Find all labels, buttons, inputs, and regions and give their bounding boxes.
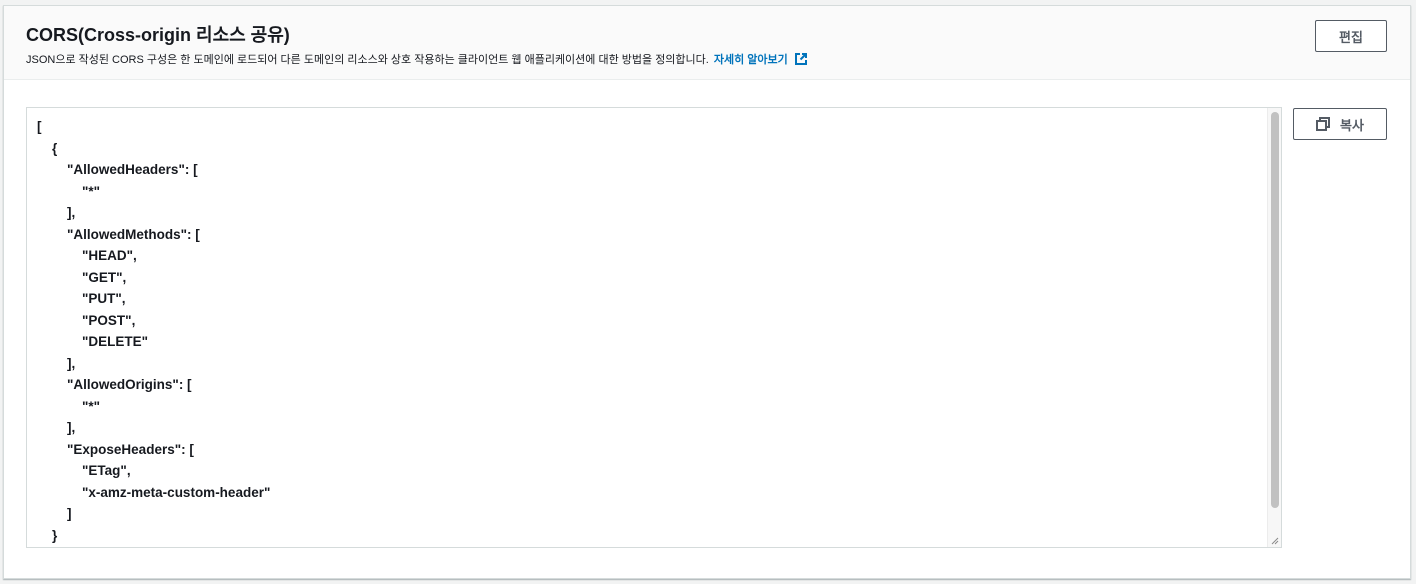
edit-button[interactable]: 편집: [1315, 20, 1387, 52]
code-line: }: [37, 527, 58, 543]
editor-scrollbar[interactable]: [1267, 108, 1281, 547]
external-link-icon: [794, 53, 807, 65]
code-line: "AllowedOrigins": [: [37, 377, 192, 392]
cors-json-editor[interactable]: [ { "AllowedHeaders": [ "*" ], "AllowedM…: [26, 107, 1282, 548]
code-line: [: [37, 119, 42, 134]
panel-description: JSON으로 작성된 CORS 구성은 한 도메인에 로드되어 다른 도메인의 …: [26, 51, 808, 67]
code-line: ],: [37, 355, 76, 371]
code-line: "ExposeHeaders": [: [37, 441, 194, 457]
edit-button-label: 편집: [1339, 29, 1363, 45]
copy-button[interactable]: 복사: [1293, 108, 1387, 140]
code-line: {: [37, 140, 58, 156]
code-line: "*": [37, 398, 101, 414]
code-line: "ETag",: [37, 463, 131, 478]
code-line: "AllowedMethods": [: [37, 226, 200, 242]
code-line: "DELETE": [37, 334, 149, 349]
code-line: ]: [37, 506, 72, 521]
copy-button-label: 복사: [1340, 117, 1364, 133]
panel-title: CORS(Cross-origin 리소스 공유): [26, 25, 290, 45]
code-line: "HEAD",: [37, 248, 137, 263]
cors-panel: CORS(Cross-origin 리소스 공유) JSON으로 작성된 COR…: [3, 5, 1411, 579]
code-line: ],: [37, 205, 76, 220]
learn-more-label: 자세히 알아보기: [713, 54, 788, 66]
copy-icon: [1316, 117, 1331, 131]
code-line: ],: [37, 420, 76, 435]
resize-handle-icon[interactable]: [1269, 535, 1279, 545]
code-line: "x-amz-meta-custom-header": [37, 484, 271, 500]
code-line: "*": [37, 183, 101, 199]
learn-more-link[interactable]: 자세히 알아보기: [714, 51, 808, 67]
code-line: "GET",: [37, 269, 127, 285]
description-text: JSON으로 작성된 CORS 구성은 한 도메인에 로드되어 다른 도메인의 …: [26, 54, 709, 66]
code-line: "AllowedHeaders": [: [37, 162, 198, 177]
code-line: "PUT",: [37, 291, 126, 306]
json-code: [ { "AllowedHeaders": [ "*" ], "AllowedM…: [37, 116, 270, 546]
panel-header: CORS(Cross-origin 리소스 공유) JSON으로 작성된 COR…: [4, 6, 1410, 80]
code-line: "POST",: [37, 312, 136, 328]
scrollbar-thumb[interactable]: [1271, 112, 1279, 508]
